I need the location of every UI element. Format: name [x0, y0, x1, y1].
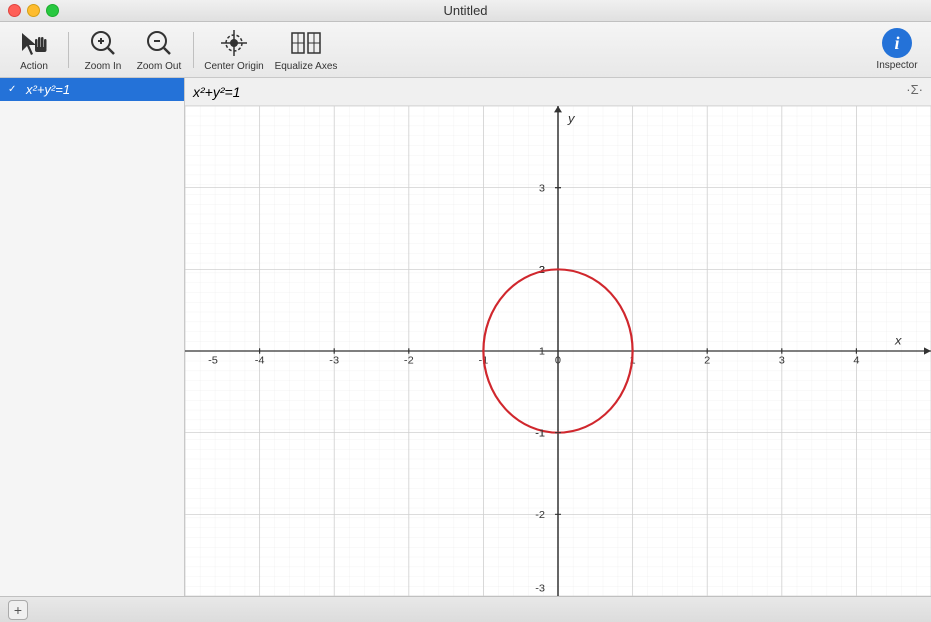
inspector-label: Inspector: [876, 60, 917, 71]
traffic-lights: [8, 4, 59, 17]
graph-header: x²+y²=1 ·Σ·: [185, 78, 931, 106]
separator-2: [193, 32, 194, 68]
svg-text:-3: -3: [535, 583, 545, 594]
svg-text:-2: -2: [404, 355, 414, 366]
zoom-out-icon: [143, 27, 175, 59]
center-origin-button[interactable]: Center Origin: [202, 26, 266, 74]
center-origin-icon: [218, 27, 250, 59]
sidebar-equation-label: x²+y²=1: [26, 82, 70, 97]
inspector-icon: i: [882, 28, 912, 58]
window-title: Untitled: [443, 3, 487, 18]
add-equation-button[interactable]: +: [8, 600, 28, 620]
main-area: ✓ x²+y²=1 x²+y²=1 ·Σ·: [0, 78, 931, 596]
zoom-out-button[interactable]: Zoom Out: [133, 26, 185, 74]
zoom-in-label: Zoom In: [85, 61, 122, 72]
svg-text:-2: -2: [535, 509, 545, 520]
grid-container: -4 -3 -2 -1 0 1 2 3 4 -5 3 2 2 -1 -2 -3: [185, 106, 931, 596]
zoom-in-icon: [87, 27, 119, 59]
svg-text:3: 3: [539, 183, 545, 194]
zoom-in-button[interactable]: Zoom In: [77, 26, 129, 74]
toolbar-group-left: Action Zoom In: [8, 26, 342, 74]
separator-1: [68, 32, 69, 68]
sidebar-item-eq1[interactable]: ✓ x²+y²=1: [0, 78, 184, 101]
action-icon: [18, 27, 50, 59]
zoom-out-label: Zoom Out: [137, 61, 181, 72]
toolbar: Action Zoom In: [0, 22, 931, 78]
svg-text:-3: -3: [329, 355, 339, 366]
graph-equation-display: x²+y²=1: [193, 84, 240, 100]
bottom-bar: +: [0, 596, 931, 622]
sidebar: ✓ x²+y²=1: [0, 78, 185, 596]
check-icon: ✓: [8, 84, 22, 95]
action-button[interactable]: Action: [8, 26, 60, 74]
minimize-button[interactable]: [27, 4, 40, 17]
equalize-axes-button[interactable]: Equalize Axes: [270, 26, 342, 74]
svg-text:-4: -4: [255, 355, 265, 366]
equalize-axes-label: Equalize Axes: [275, 61, 338, 72]
svg-text:x: x: [894, 334, 902, 347]
add-icon: +: [14, 602, 22, 618]
svg-text:-5: -5: [208, 355, 218, 366]
svg-text:3: 3: [779, 355, 785, 366]
action-label: Action: [20, 61, 48, 72]
title-bar: Untitled: [0, 0, 931, 22]
center-origin-label: Center Origin: [204, 61, 263, 72]
graph-area: x²+y²=1 ·Σ·: [185, 78, 931, 596]
maximize-button[interactable]: [46, 4, 59, 17]
svg-text:-1: -1: [535, 428, 545, 439]
svg-text:4: 4: [853, 355, 859, 366]
svg-text:y: y: [567, 112, 575, 125]
inspector-button[interactable]: i Inspector: [871, 26, 923, 74]
sigma-button[interactable]: ·Σ·: [906, 82, 923, 97]
svg-text:1: 1: [539, 346, 545, 357]
graph-svg: -4 -3 -2 -1 0 1 2 3 4 -5 3 2 2 -1 -2 -3: [185, 106, 931, 596]
equalize-axes-icon: [290, 27, 322, 59]
close-button[interactable]: [8, 4, 21, 17]
svg-text:2: 2: [704, 355, 710, 366]
svg-text:0: 0: [555, 355, 561, 366]
